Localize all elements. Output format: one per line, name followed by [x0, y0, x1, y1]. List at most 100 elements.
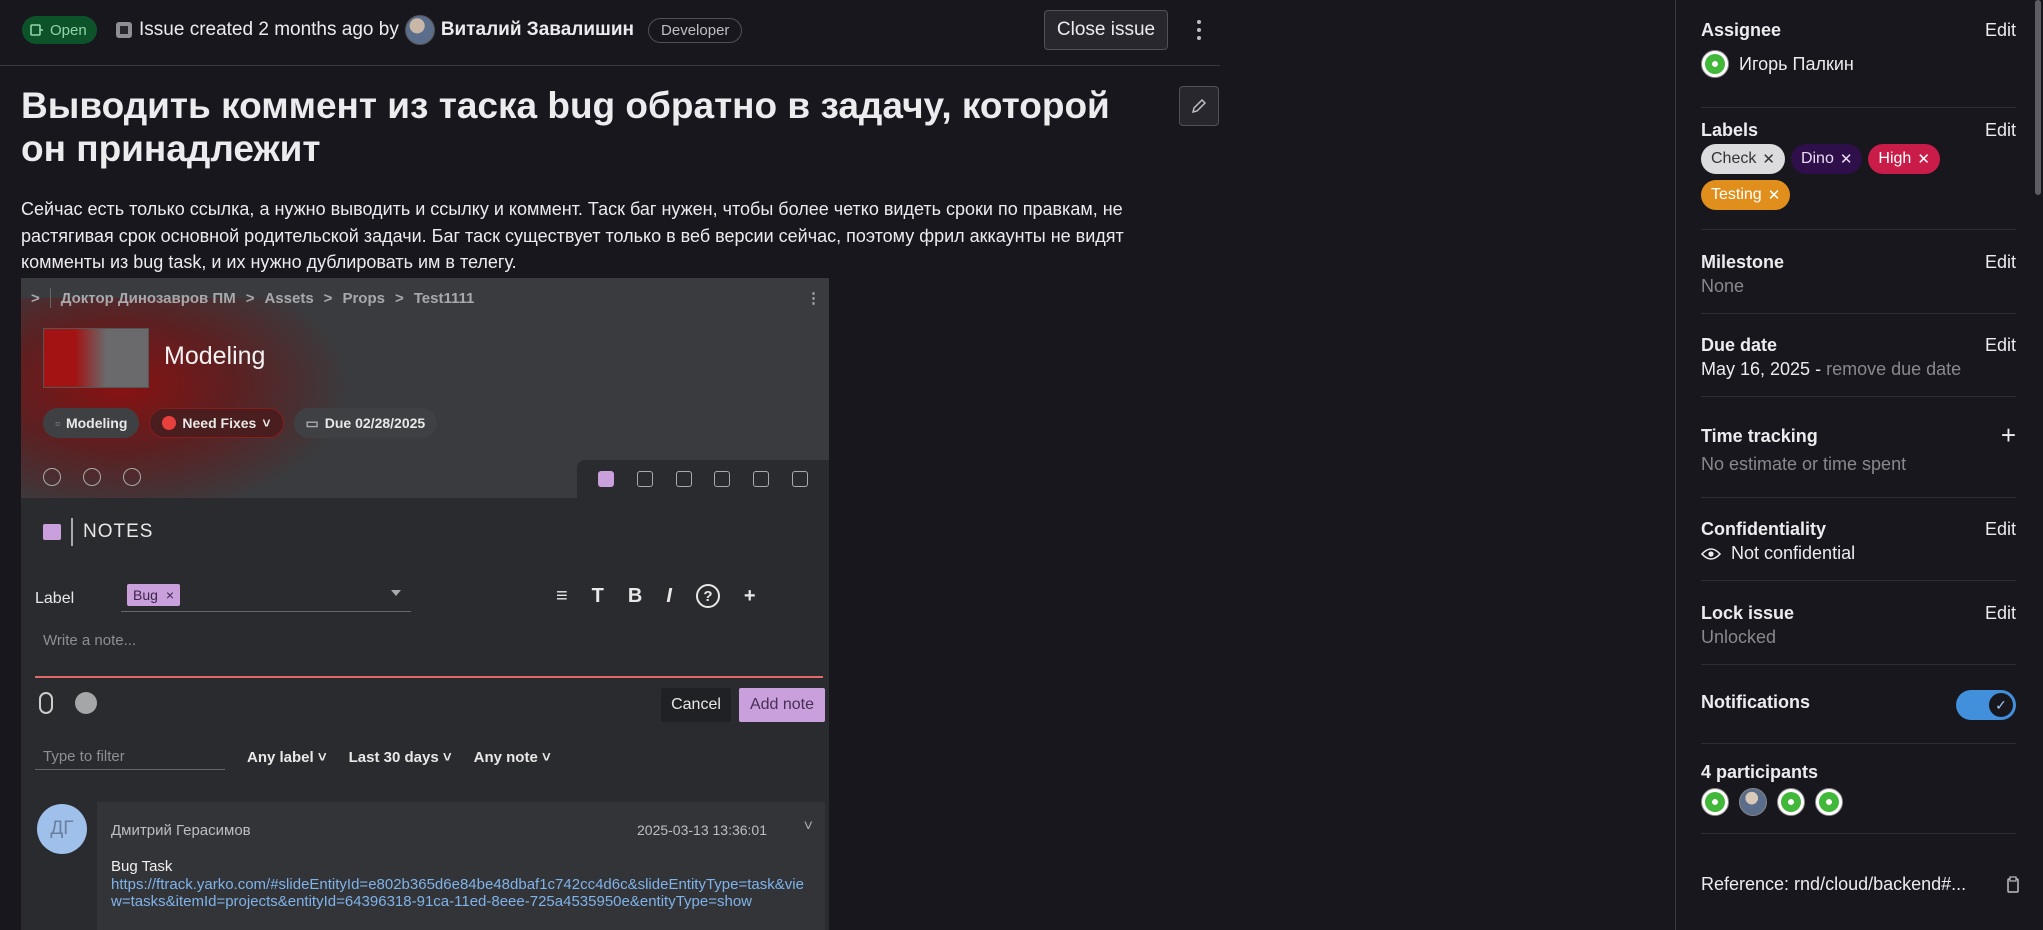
task-heading: Modeling — [164, 342, 266, 370]
milestone-title: Milestone — [1701, 252, 1785, 272]
notifications-title: Notifications — [1701, 692, 1811, 712]
remove-label-icon[interactable]: ✕ — [1762, 150, 1775, 168]
note-title: Bug Task — [111, 858, 173, 875]
lock-section: Lock issue Edit Unlocked — [1701, 603, 2016, 665]
note-input: Write a note... — [35, 622, 823, 678]
issue-main: Open Issue created 2 months ago by Витал… — [0, 0, 1240, 930]
calendar-icon: ▭ — [305, 414, 319, 431]
filter-text: Any label — [247, 748, 314, 766]
label-chip[interactable]: Testing ✕ — [1701, 180, 1791, 210]
milestone-edit-link[interactable]: Edit — [1985, 252, 2016, 273]
file-tab-icon — [636, 471, 653, 487]
note-author: Дмитрий Герасимов — [111, 822, 251, 839]
copy-icon[interactable] — [2005, 875, 2021, 894]
assignee-name: Игорь Палкин — [1739, 53, 1854, 74]
add-note-button: Add note — [739, 688, 825, 722]
italic-icon: I — [666, 584, 672, 607]
task-chips: ▫ Modeling Need Fixes ˅ ▭ Due 02/28/2025 — [43, 408, 438, 438]
chip-text: Need Fixes — [182, 415, 257, 431]
remove-label-icon[interactable]: ✕ — [1840, 150, 1853, 168]
remove-due-date-link[interactable]: remove due date — [1826, 359, 1961, 379]
reference-text: Reference: rnd/cloud/backend#... — [1701, 874, 1967, 894]
issue-header: Open Issue created 2 months ago by Витал… — [0, 0, 1220, 66]
due-date-value: May 16, 2025 — [1701, 359, 1811, 379]
close-issue-button[interactable]: Close issue — [1044, 10, 1168, 50]
label-chip[interactable]: High ✕ — [1868, 144, 1940, 174]
issue-description: Сейчас есть только ссылка, а нужно вывод… — [21, 199, 1124, 272]
note-attach-tools — [39, 692, 97, 714]
notes-header: NOTES — [43, 518, 153, 546]
embedded-screenshot: > Доктор Динозавров ПМ > Assets > Props … — [21, 278, 829, 930]
confidentiality-row: Not confidential — [1701, 543, 1855, 564]
breadcrumb: > Доктор Динозавров ПМ > Assets > Props … — [31, 288, 821, 308]
eye-icon — [1701, 547, 1721, 560]
task-tools — [43, 468, 141, 486]
check-circle-icon — [75, 692, 97, 714]
participant-avatar[interactable] — [1701, 788, 1729, 816]
reference-row: Reference: rnd/cloud/backend#... — [1701, 874, 2021, 895]
label-text: High — [1878, 150, 1912, 167]
breadcrumb-sep: > — [323, 289, 333, 307]
lock-edit-link[interactable]: Edit — [1985, 603, 2016, 624]
author-name[interactable]: Виталий Завалишин — [441, 19, 634, 41]
milestone-value: None — [1701, 276, 1745, 296]
label-chip[interactable]: Check ✕ — [1701, 144, 1785, 174]
filter-label: Any label ˅ — [247, 748, 327, 766]
edit-title-button[interactable] — [1179, 86, 1219, 126]
lock-title: Lock issue — [1701, 603, 1795, 623]
remove-label-icon[interactable]: ✕ — [1917, 150, 1930, 168]
participants-title: 4 participants — [1701, 762, 1819, 782]
author-avatar[interactable] — [404, 15, 435, 45]
help-icon: ? — [695, 584, 720, 608]
assignee-edit-link[interactable]: Edit — [1985, 20, 2016, 41]
issue-meta: Issue created 2 months ago by Виталий За… — [115, 15, 743, 45]
participant-avatar[interactable] — [1739, 788, 1767, 816]
role-badge: Developer — [648, 17, 743, 43]
pencil-icon — [1191, 98, 1207, 114]
participants-section: 4 participants — [1701, 762, 2016, 834]
breadcrumb-item: Доктор Динозавров ПМ — [60, 289, 236, 307]
labels-title: Labels — [1701, 120, 1759, 140]
doc-icon: ▫ — [55, 415, 60, 431]
label-field-label: Label — [35, 590, 75, 607]
filter-date: Last 30 days ˅ — [348, 748, 452, 766]
participant-avatar[interactable] — [1777, 788, 1805, 816]
label-chip[interactable]: Dino ✕ — [1790, 144, 1863, 174]
note-filters: Type to filter Any label ˅ Last 30 days … — [35, 744, 825, 770]
labels-edit-link[interactable]: Edit — [1985, 120, 2016, 141]
assignee-user[interactable]: Игорь Палкин — [1701, 50, 1854, 78]
paperclip-icon — [39, 692, 53, 714]
confidentiality-title: Confidentiality — [1701, 519, 1826, 539]
note-card: Дмитрий Герасимов 2025-03-13 13:36:01 ˅ … — [97, 802, 825, 930]
panel-tabs — [577, 460, 829, 498]
participant-avatar[interactable] — [1815, 788, 1843, 816]
status-chip: Need Fixes ˅ — [149, 408, 284, 438]
notifications-toggle[interactable]: ✓ — [1956, 690, 2016, 720]
confidentiality-edit-link[interactable]: Edit — [1985, 519, 2016, 540]
label-text: Testing — [1711, 186, 1762, 203]
filter-text: Last 30 days — [348, 748, 439, 766]
remove-tag-icon: × — [165, 587, 175, 603]
remove-label-icon[interactable]: ✕ — [1768, 186, 1781, 204]
filter-text: Any note — [473, 748, 538, 766]
more-vert-icon: ⋮ — [806, 290, 821, 307]
due-date-edit-link[interactable]: Edit — [1985, 335, 2016, 356]
status-text: Open — [50, 21, 87, 39]
add-user-icon: + — [743, 584, 756, 607]
issue-title: Выводить коммент из таска bug обратно в … — [21, 85, 1110, 169]
confidentiality-section: Confidentiality Edit Not confidential — [1701, 519, 2016, 581]
meta-prefix: Issue created 2 months ago by — [139, 19, 399, 40]
sidebar-scrollbar[interactable] — [2035, 0, 2041, 195]
due-date-sep: - — [1810, 359, 1827, 379]
filter-note: Any note ˅ — [473, 748, 551, 766]
note-link: https://ftrack.yarko.com/#slideEntityId=… — [111, 876, 804, 910]
type-chip: ▫ Modeling — [43, 408, 140, 438]
time-tracking-section: Time tracking + No estimate or time spen… — [1701, 420, 2016, 498]
note-time: 2025-03-13 13:36:01 — [637, 822, 767, 838]
note-author-avatar: ДГ — [37, 804, 87, 854]
add-time-button[interactable]: + — [2001, 420, 2016, 451]
due-chip: ▭ Due 02/28/2025 — [293, 408, 438, 438]
label-text: Dino — [1800, 150, 1834, 167]
milestone-section: Milestone Edit None — [1701, 252, 2016, 314]
more-actions-icon[interactable] — [1190, 14, 1208, 46]
